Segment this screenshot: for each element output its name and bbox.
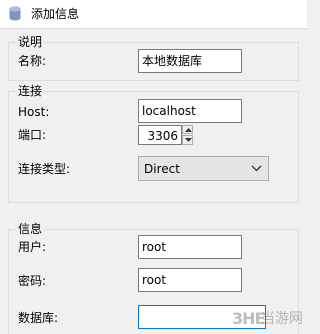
name-field[interactable]: 本地数据库: [138, 49, 242, 73]
connection-type-label: 连接类型:: [18, 162, 71, 176]
connection-group-title: 连接: [16, 84, 45, 98]
password-field[interactable]: root: [138, 268, 242, 292]
connection-type-select[interactable]: Direct: [138, 156, 269, 181]
watermark-text: 当游网: [261, 311, 303, 327]
window-title: 添加信息: [31, 7, 80, 21]
title-bar[interactable]: 添加信息: [0, 0, 307, 28]
database-label: 数据库:: [18, 311, 59, 325]
description-group-title: 说明: [16, 35, 45, 49]
user-field[interactable]: root: [138, 235, 242, 259]
host-label: Host:: [18, 105, 50, 119]
spin-up-icon: [185, 128, 192, 132]
port-label: 端口:: [18, 128, 47, 142]
port-spin-down-button[interactable]: [182, 135, 193, 145]
site-watermark: 3HE 当游网: [232, 308, 304, 330]
host-field[interactable]: localhost: [138, 99, 242, 123]
password-label: 密码:: [18, 274, 47, 288]
spin-down-icon: [185, 138, 192, 142]
chevron-down-icon: [251, 165, 262, 172]
port-spin-up-button[interactable]: [182, 125, 193, 134]
info-group-title: 信息: [16, 222, 45, 236]
port-field[interactable]: 3306: [138, 125, 182, 145]
name-label: 名称:: [18, 54, 47, 68]
user-label: 用户:: [18, 240, 47, 254]
watermark-logo: 3HE: [232, 309, 265, 328]
connection-type-value: Direct: [144, 162, 180, 176]
database-icon: [9, 6, 21, 21]
